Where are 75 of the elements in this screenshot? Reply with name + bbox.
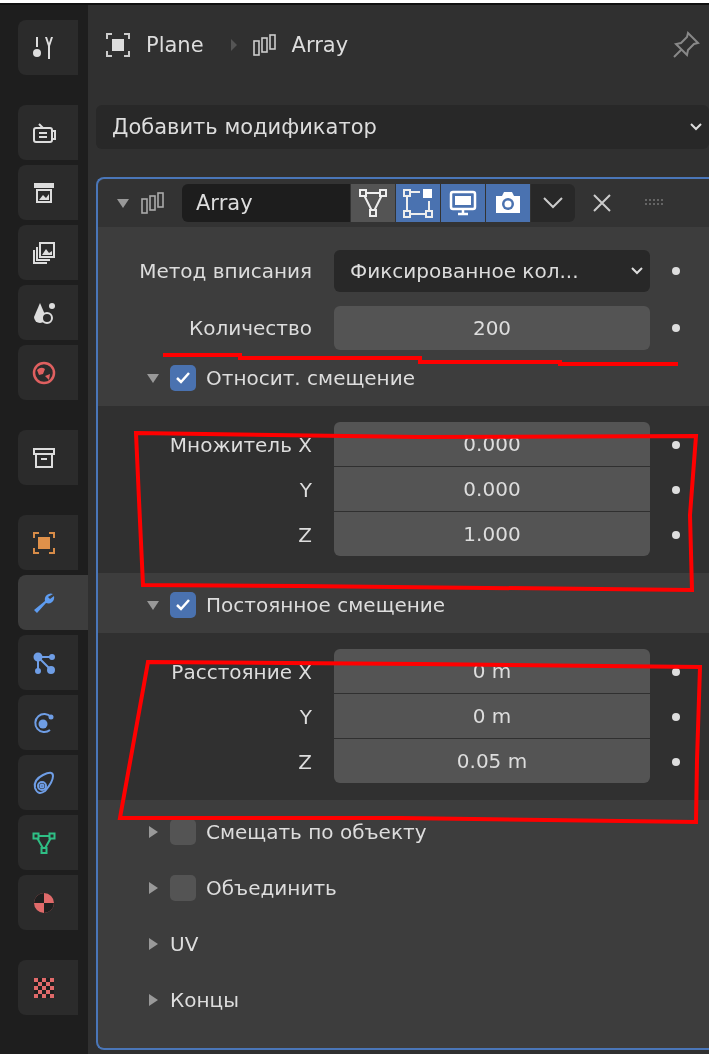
properties-tab[interactable] bbox=[18, 635, 78, 690]
keyframe-dot-icon[interactable] bbox=[672, 440, 680, 449]
field-label: Расстояние X bbox=[170, 659, 313, 684]
disclosure-triangle-icon[interactable] bbox=[116, 197, 130, 209]
checkbox[interactable] bbox=[170, 592, 196, 618]
number-field[interactable]: 0.05 m bbox=[334, 739, 650, 783]
properties-tab[interactable] bbox=[18, 285, 78, 340]
keyframe-dot-icon[interactable] bbox=[672, 712, 680, 721]
number-field[interactable]: 1.000 bbox=[334, 512, 650, 556]
subpanel-title[interactable]: Объединить bbox=[206, 876, 337, 900]
properties-tab[interactable] bbox=[18, 165, 78, 220]
keyframe-dot-icon[interactable] bbox=[672, 324, 680, 332]
breadcrumb-item[interactable]: Plane bbox=[146, 33, 204, 57]
chevron-down-icon bbox=[689, 122, 703, 132]
field-label: Количество bbox=[188, 316, 313, 340]
disclosure-triangle-icon[interactable] bbox=[146, 825, 160, 839]
field-label: Y bbox=[298, 704, 313, 729]
chevron-right-icon bbox=[229, 38, 238, 52]
breadcrumb-item[interactable]: Array bbox=[291, 33, 349, 57]
array-icon bbox=[251, 32, 278, 58]
disclosure-triangle-icon[interactable] bbox=[146, 993, 160, 1007]
disclosure-triangle-icon[interactable] bbox=[146, 881, 160, 895]
properties-tab[interactable] bbox=[18, 20, 78, 75]
properties-tab[interactable] bbox=[18, 875, 78, 930]
subpanel-title[interactable]: Относит. смещение bbox=[206, 366, 415, 390]
number-field[interactable]: 0 m bbox=[334, 694, 650, 738]
disclosure-triangle-icon[interactable] bbox=[146, 371, 160, 385]
properties-tab[interactable] bbox=[18, 960, 78, 1015]
disclosure-triangle-icon[interactable] bbox=[146, 937, 160, 951]
keyframe-dot-icon[interactable] bbox=[672, 485, 680, 494]
count-field[interactable]: 200 bbox=[334, 305, 650, 350]
chevron-down-icon bbox=[542, 196, 564, 210]
field-label: Множитель X bbox=[168, 432, 313, 457]
object-square-icon bbox=[104, 31, 132, 59]
properties-tab[interactable] bbox=[18, 515, 78, 570]
properties-tab[interactable] bbox=[18, 105, 78, 160]
checkbox[interactable] bbox=[170, 819, 196, 845]
subpanel-title[interactable]: UV bbox=[170, 932, 199, 956]
number-field[interactable]: 0.000 bbox=[334, 467, 650, 511]
dropdown-button[interactable] bbox=[530, 184, 575, 222]
toggle-button[interactable] bbox=[350, 184, 395, 222]
properties-tab[interactable] bbox=[18, 695, 78, 750]
modifier-name-field[interactable]: Array bbox=[182, 184, 350, 222]
chevron-down-icon bbox=[630, 266, 644, 276]
triangle-mesh-icon bbox=[357, 187, 389, 219]
pin-icon[interactable] bbox=[671, 30, 701, 60]
toggle-button[interactable] bbox=[485, 184, 530, 222]
field-label: Z bbox=[297, 749, 313, 774]
cage-icon bbox=[402, 187, 434, 219]
keyframe-dot-icon[interactable] bbox=[672, 530, 680, 539]
properties-tab[interactable] bbox=[18, 755, 78, 810]
keyframe-dot-icon[interactable] bbox=[672, 267, 680, 275]
checkbox[interactable] bbox=[170, 365, 196, 391]
globe-icon bbox=[31, 359, 57, 386]
drag-handle-icon[interactable] bbox=[643, 198, 665, 208]
properties-tab[interactable] bbox=[18, 430, 78, 485]
subpanel-title[interactable]: Концы bbox=[170, 988, 239, 1012]
subpanel-title[interactable]: Смещать по объекту bbox=[206, 820, 427, 844]
keyframe-dot-icon[interactable] bbox=[672, 667, 680, 676]
fit-method-dropdown[interactable]: Фиксированное кол... bbox=[334, 250, 650, 292]
keyframe-dot-icon[interactable] bbox=[672, 757, 680, 766]
object-square-icon bbox=[31, 529, 57, 556]
field-label: Y bbox=[298, 477, 313, 502]
array-icon bbox=[140, 190, 166, 216]
add-modifier-dropdown[interactable]: Добавить модификатор bbox=[96, 105, 709, 149]
properties-tab[interactable] bbox=[18, 225, 78, 280]
close-icon[interactable] bbox=[591, 192, 613, 214]
subpanel-title[interactable]: Постоянное смещение bbox=[206, 593, 446, 617]
toggle-button[interactable] bbox=[440, 184, 485, 222]
image-stack-icon bbox=[31, 239, 57, 266]
toggle-button[interactable] bbox=[395, 184, 440, 222]
disclosure-triangle-icon[interactable] bbox=[146, 598, 160, 612]
field-label: Z bbox=[297, 522, 313, 547]
properties-tab[interactable] bbox=[18, 815, 78, 870]
field-label: Метод вписания bbox=[138, 259, 313, 283]
